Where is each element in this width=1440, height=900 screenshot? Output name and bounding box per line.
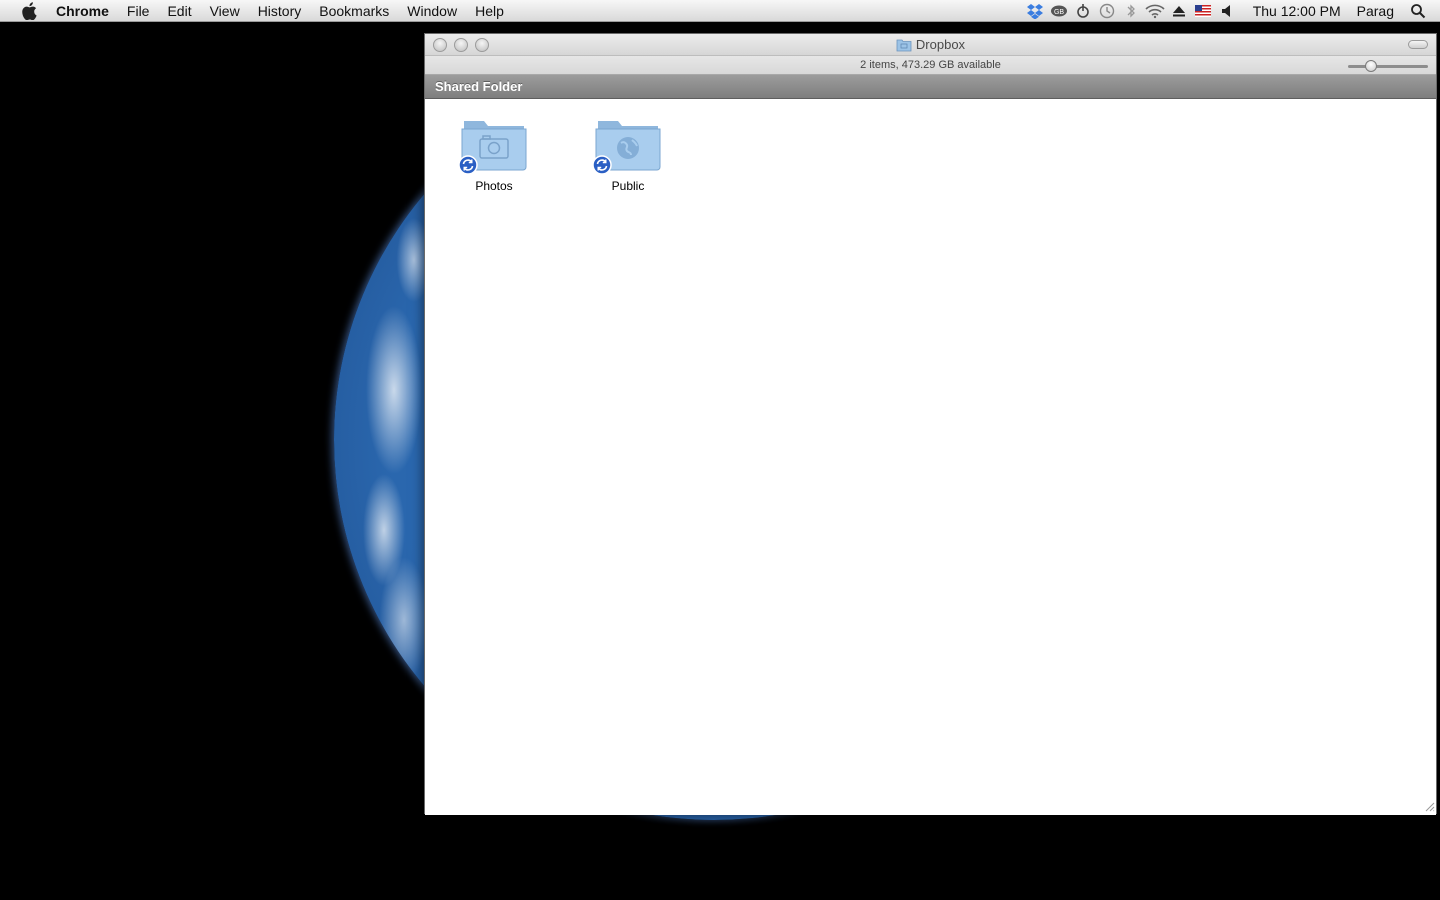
item-label: Photos <box>475 179 513 193</box>
menu-edit[interactable]: Edit <box>158 0 200 22</box>
user-name[interactable]: Parag <box>1351 3 1406 19</box>
spotlight-search-icon[interactable] <box>1406 0 1430 22</box>
menu-history[interactable]: History <box>249 0 311 22</box>
sync-badge-icon <box>458 155 478 175</box>
folder-item-photos[interactable]: Photos <box>439 115 549 193</box>
sync-badge-icon <box>592 155 612 175</box>
menu-view[interactable]: View <box>201 0 249 22</box>
growl-icon[interactable]: GB <box>1047 0 1071 22</box>
icon-size-slider[interactable] <box>1348 60 1428 72</box>
menu-app-name[interactable]: Chrome <box>52 0 118 22</box>
resize-grip-icon[interactable] <box>1423 800 1435 812</box>
wifi-icon[interactable] <box>1143 0 1167 22</box>
status-text: 2 items, 473.29 GB available <box>860 59 1001 71</box>
clock[interactable]: Thu 12:00 PM <box>1239 3 1351 19</box>
camera-folder-icon[interactable] <box>458 115 528 175</box>
globe-folder-icon[interactable] <box>592 115 662 175</box>
slider-track[interactable] <box>1348 65 1428 68</box>
us-flag-icon[interactable] <box>1191 0 1215 22</box>
folder-item-public[interactable]: Public <box>573 115 683 193</box>
title-bar[interactable]: Dropbox <box>425 34 1436 56</box>
volume-icon[interactable] <box>1215 0 1239 22</box>
time-machine-icon[interactable] <box>1095 0 1119 22</box>
window-title: Dropbox <box>915 37 966 52</box>
path-bar: Shared Folder <box>425 75 1436 99</box>
app-icon[interactable] <box>1071 0 1095 22</box>
close-button[interactable] <box>433 38 447 52</box>
finder-window: Dropbox 2 items, 473.29 GB available Sha… <box>424 33 1437 815</box>
svg-text:GB: GB <box>1054 9 1064 16</box>
dropbox-icon[interactable] <box>1023 0 1047 22</box>
eject-icon[interactable] <box>1167 0 1191 22</box>
toolbar-toggle-button[interactable] <box>1408 40 1428 49</box>
menu-file[interactable]: File <box>118 0 159 22</box>
menu-help[interactable]: Help <box>466 0 513 22</box>
folder-icon <box>896 39 912 51</box>
menu-window[interactable]: Window <box>398 0 466 22</box>
zoom-button[interactable] <box>475 38 489 52</box>
status-bar: 2 items, 473.29 GB available <box>425 56 1436 75</box>
apple-menu-icon[interactable] <box>18 1 40 20</box>
slider-knob[interactable] <box>1365 60 1377 72</box>
icon-view[interactable]: Photos Public <box>425 99 1436 815</box>
menu-bar: Chrome File Edit View History Bookmarks … <box>0 0 1440 22</box>
window-title-wrap: Dropbox <box>896 37 965 52</box>
status-area: GB Thu 12:00 PM Parag <box>1023 0 1440 22</box>
minimize-button[interactable] <box>454 38 468 52</box>
bluetooth-icon[interactable] <box>1119 0 1143 22</box>
item-label: Public <box>611 179 645 193</box>
menu-bookmarks[interactable]: Bookmarks <box>310 0 398 22</box>
path-label: Shared Folder <box>435 79 523 94</box>
